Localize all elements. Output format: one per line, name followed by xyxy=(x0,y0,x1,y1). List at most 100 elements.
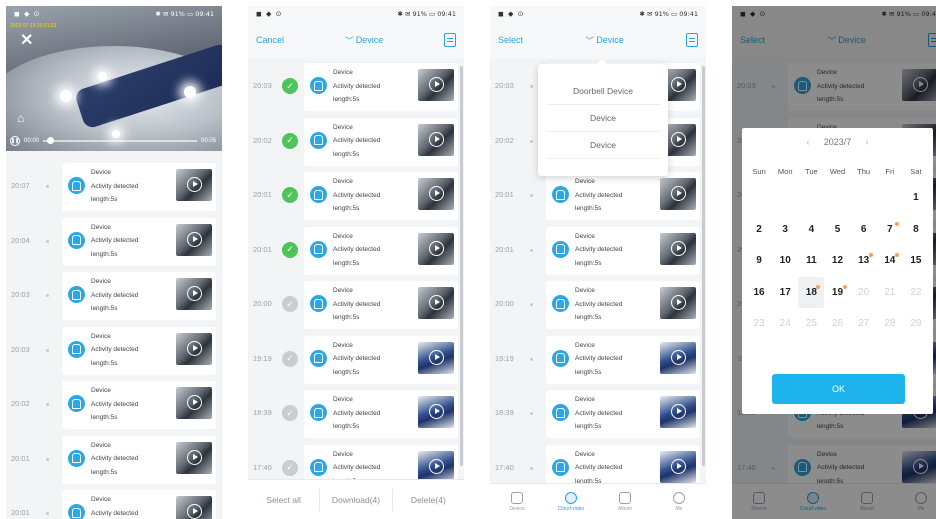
calendar-day[interactable]: 13 xyxy=(851,245,877,277)
download-button[interactable]: Download(4) xyxy=(319,488,391,511)
event-card[interactable]: Device Activity detected length:5s xyxy=(304,390,458,438)
calendar-day[interactable]: 16 xyxy=(746,277,772,309)
video-thumbnail[interactable] xyxy=(418,232,454,265)
calendar-day[interactable]: 8 xyxy=(903,214,929,246)
event-card[interactable]: Device Activity detected length:5s xyxy=(546,172,700,220)
checkbox[interactable]: ✓ xyxy=(282,187,298,203)
checkbox[interactable]: ✓ xyxy=(282,78,298,94)
event-card[interactable]: Device Activity detected length:5s xyxy=(62,490,216,519)
video-thumbnail[interactable] xyxy=(418,123,454,156)
list-item[interactable]: 20:01 ✓ Device Activity detected length:… xyxy=(248,169,464,224)
list-item[interactable]: 20:03 Device Activity detected length:5s xyxy=(6,269,222,324)
event-card[interactable]: Device Activity detected length:5s xyxy=(62,381,216,429)
calendar-day[interactable]: 2 xyxy=(746,214,772,246)
tab-album[interactable]: Album xyxy=(598,484,652,519)
video-thumbnail[interactable] xyxy=(660,341,696,374)
event-card[interactable]: Device Activity detected length:5s xyxy=(304,172,458,220)
list-item[interactable]: 20:02 Device Activity detected length:5s xyxy=(6,378,222,433)
event-card[interactable]: Device Activity detected length:5s xyxy=(62,326,216,375)
video-thumbnail[interactable] xyxy=(418,287,454,319)
ok-button[interactable]: OK xyxy=(772,374,905,404)
chevron-right-icon[interactable]: › xyxy=(865,137,868,148)
calendar-day[interactable]: 6 xyxy=(851,214,877,246)
chevron-left-icon[interactable]: ‹ xyxy=(806,137,809,148)
calendar-day[interactable]: 1 xyxy=(903,182,929,214)
event-card[interactable]: Device Activity detected length:5s xyxy=(62,435,216,484)
list-item[interactable]: 18:39 Device Activity detected length:5s xyxy=(490,387,706,442)
list-item[interactable]: 20:01 Device Activity detected length:5s xyxy=(490,169,706,224)
video-thumbnail[interactable] xyxy=(418,450,454,483)
tab-device[interactable]: Device xyxy=(490,484,544,519)
calendar-day[interactable]: 19 xyxy=(824,277,850,309)
video-thumbnail[interactable] xyxy=(418,396,454,428)
video-thumbnail[interactable] xyxy=(176,332,212,365)
device-filter[interactable]: ﹀ Device xyxy=(585,34,624,47)
list-item[interactable]: 20:03 ✓ Device Activity detected length:… xyxy=(248,60,464,115)
list-item[interactable]: 20:04 Device Activity detected length:5s xyxy=(6,215,222,270)
video-thumbnail[interactable] xyxy=(660,232,696,265)
video-progress-slider[interactable] xyxy=(43,137,197,144)
device-filter[interactable]: ﹀ Device xyxy=(345,34,384,47)
video-thumbnail[interactable] xyxy=(660,178,696,210)
event-card[interactable]: Device Activity detected length:5s xyxy=(62,272,216,320)
calendar-day[interactable]: 5 xyxy=(824,214,850,246)
event-card[interactable]: Device Activity detected length:5s xyxy=(546,335,700,384)
dropdown-item-doorbell[interactable]: Doorbell Device xyxy=(546,78,660,105)
checkbox[interactable]: ✓ xyxy=(282,459,298,476)
video-thumbnail[interactable] xyxy=(660,396,696,428)
calendar-day[interactable]: 15 xyxy=(903,245,929,277)
delete-button[interactable]: Delete(4) xyxy=(391,488,464,511)
video-thumbnail[interactable] xyxy=(660,450,696,483)
event-card[interactable]: Device Activity detected length:5s xyxy=(304,281,458,329)
list-item[interactable]: 20:01 ✓ Device Activity detected length:… xyxy=(248,224,464,279)
tab-me[interactable]: Me xyxy=(652,484,706,519)
scrollbar[interactable] xyxy=(460,66,463,466)
calendar-day[interactable]: 12 xyxy=(824,245,850,277)
list-item[interactable]: 20:07 Device Activity detected length:5s xyxy=(6,160,222,215)
calendar-day[interactable]: 9 xyxy=(746,245,772,277)
checkbox[interactable]: ✓ xyxy=(282,132,298,149)
event-card[interactable]: Device Activity detected length:5s xyxy=(304,226,458,275)
calendar-day[interactable]: 10 xyxy=(772,245,798,277)
event-card[interactable]: Device Activity detected length:5s xyxy=(546,226,700,275)
select-all-button[interactable]: Select all xyxy=(248,489,319,511)
list-item[interactable]: 20:02 ✓ Device Activity detected length:… xyxy=(248,115,464,170)
scrollbar[interactable] xyxy=(702,66,705,466)
event-card[interactable]: Device Activity detected length:5s xyxy=(546,281,700,329)
event-card[interactable]: Device Activity detected length:5s xyxy=(62,163,216,211)
event-card[interactable]: Device Activity detected length:5s xyxy=(304,63,458,111)
list-item[interactable]: 20:03 Device Activity detected length:5s xyxy=(6,324,222,379)
video-thumbnail[interactable] xyxy=(660,287,696,319)
dropdown-item-device[interactable]: Device xyxy=(546,132,660,159)
video-thumbnail[interactable] xyxy=(418,178,454,210)
list-item[interactable]: 19:19 Device Activity detected length:5s xyxy=(490,333,706,388)
calendar-day[interactable]: 14 xyxy=(877,245,903,277)
calendar-day[interactable]: 3 xyxy=(772,214,798,246)
video-thumbnail[interactable] xyxy=(176,496,212,519)
tab-cloud-video[interactable]: Cloud video xyxy=(544,484,598,519)
calendar-day[interactable]: 7 xyxy=(877,214,903,246)
list-item[interactable]: 20:00 Device Activity detected length:5s xyxy=(490,278,706,333)
slider-knob[interactable] xyxy=(47,137,55,144)
video-thumbnail[interactable] xyxy=(418,69,454,101)
event-card[interactable]: Device Activity detected length:5s xyxy=(62,217,216,266)
checkbox[interactable]: ✓ xyxy=(282,405,298,421)
calendar-icon[interactable] xyxy=(443,33,456,47)
video-thumbnail[interactable] xyxy=(418,341,454,374)
video-thumbnail[interactable] xyxy=(176,387,212,419)
close-icon[interactable]: ✕ xyxy=(20,30,33,50)
calendar-icon[interactable] xyxy=(685,33,698,47)
video-thumbnail[interactable] xyxy=(176,223,212,256)
event-card[interactable]: Device Activity detected length:5s xyxy=(304,335,458,384)
dropdown-item-device[interactable]: Device xyxy=(546,105,660,132)
calendar-day[interactable]: 11 xyxy=(798,245,824,277)
video-player[interactable]: 2023-07-19 20:01:23 ✕ ⌂ ❚❚ 00:00 00:05 xyxy=(6,6,222,151)
select-button[interactable]: Select xyxy=(498,35,523,45)
video-thumbnail[interactable] xyxy=(176,441,212,474)
event-card[interactable]: Device Activity detected length:5s xyxy=(546,390,700,438)
video-thumbnail[interactable] xyxy=(176,169,212,201)
event-card[interactable]: Device Activity detected length:5s xyxy=(304,117,458,166)
video-thumbnail[interactable] xyxy=(176,278,212,310)
snapshot-icon[interactable]: ⌂ xyxy=(17,111,24,125)
list-item[interactable]: 19:19 ✓ Device Activity detected length:… xyxy=(248,333,464,388)
